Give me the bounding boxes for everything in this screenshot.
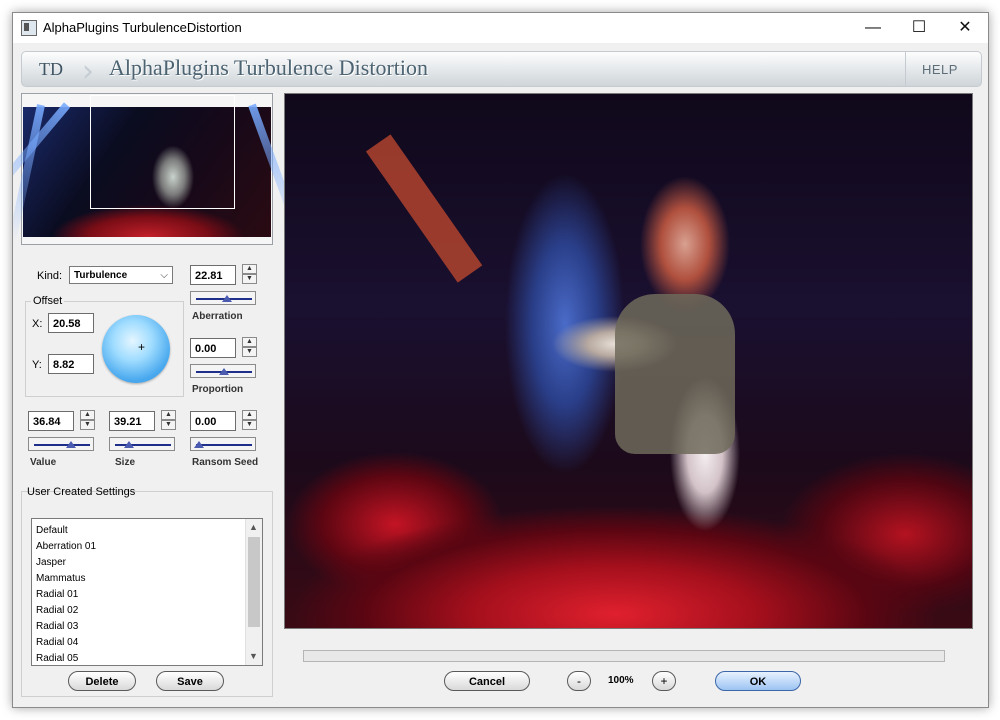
list-item[interactable]: Radial 01 xyxy=(36,589,78,600)
list-scrollbar[interactable]: ▲ ▼ xyxy=(245,519,262,665)
aberration-spinner[interactable]: ▲ ▼ xyxy=(242,264,257,286)
kind-value: Turbulence xyxy=(74,270,128,281)
zoom-in-button[interactable]: + xyxy=(652,671,676,691)
list-item[interactable]: Jasper xyxy=(36,557,66,568)
delete-button[interactable]: Delete xyxy=(68,671,136,691)
help-button[interactable]: HELP xyxy=(922,62,958,77)
spin-up-icon[interactable]: ▲ xyxy=(161,410,176,420)
list-item[interactable]: Default xyxy=(36,525,68,536)
slider-thumb[interactable] xyxy=(219,368,229,375)
plugin-abbr: TD xyxy=(39,59,63,79)
list-item[interactable]: Mammatus xyxy=(36,573,85,584)
viewport-selection[interactable] xyxy=(90,95,235,209)
progress-bar xyxy=(303,650,945,662)
save-button[interactable]: Save xyxy=(156,671,224,691)
aberration-input[interactable]: 22.81 xyxy=(190,265,236,285)
user-settings-label: User Created Settings xyxy=(27,486,136,498)
spin-down-icon[interactable]: ▼ xyxy=(242,420,257,430)
navigator-thumbnail[interactable] xyxy=(13,93,304,245)
spin-up-icon[interactable]: ▲ xyxy=(242,410,257,420)
aberration-slider[interactable] xyxy=(190,291,256,305)
proportion-spinner[interactable]: ▲ ▼ xyxy=(242,337,257,359)
slider-thumb[interactable] xyxy=(124,441,134,448)
list-item[interactable]: Radial 04 xyxy=(36,637,78,648)
ok-button[interactable]: OK xyxy=(715,671,801,691)
spin-up-icon[interactable]: ▲ xyxy=(242,264,257,274)
slider-track xyxy=(196,444,252,446)
offset-y-input[interactable]: 8.82 xyxy=(48,354,94,374)
figure-arm xyxy=(365,134,483,283)
proportion-input[interactable]: 0.00 xyxy=(190,338,236,358)
offset-trackball[interactable]: + xyxy=(102,315,170,383)
app-icon xyxy=(21,20,37,36)
banner-divider xyxy=(905,52,906,86)
title-bar: AlphaPlugins TurbulenceDistortion — ☐ ✕ xyxy=(13,13,988,43)
offset-label: Offset xyxy=(31,295,65,307)
value-input[interactable]: 36.84 xyxy=(28,411,74,431)
value-spinner[interactable]: ▲ ▼ xyxy=(80,410,95,432)
preview-canvas[interactable] xyxy=(284,93,973,629)
proportion-slider[interactable] xyxy=(190,364,256,378)
figure-torso xyxy=(615,294,735,454)
chevron-right-icon: › xyxy=(82,54,94,89)
seed-slider[interactable] xyxy=(190,437,256,451)
slider-thumb[interactable] xyxy=(66,441,76,448)
chevron-down-icon: ⌵ xyxy=(160,270,168,281)
spin-up-icon[interactable]: ▲ xyxy=(242,337,257,347)
offset-x-input[interactable]: 20.58 xyxy=(48,313,94,333)
cancel-button[interactable]: Cancel xyxy=(444,671,530,691)
light-beam xyxy=(13,104,45,243)
list-item[interactable]: Radial 02 xyxy=(36,605,78,616)
slider-track xyxy=(34,444,90,446)
zoom-level: 100% xyxy=(608,675,634,686)
spin-up-icon[interactable]: ▲ xyxy=(80,410,95,420)
aberration-label: Aberration xyxy=(192,311,243,322)
list-item[interactable]: Radial 05 xyxy=(36,653,78,664)
plugin-title: AlphaPlugins Turbulence Distortion xyxy=(109,55,429,80)
offset-x-label: X: xyxy=(32,318,43,330)
size-input[interactable]: 39.21 xyxy=(109,411,155,431)
close-button[interactable]: ✕ xyxy=(942,13,988,43)
proportion-label: Proportion xyxy=(192,384,244,395)
list-item[interactable]: Radial 03 xyxy=(36,621,78,632)
size-label: Size xyxy=(115,457,136,468)
list-item[interactable]: Aberration 01 xyxy=(36,541,96,552)
header-banner: TD › AlphaPlugins Turbulence Distortion … xyxy=(21,51,982,89)
spin-down-icon[interactable]: ▼ xyxy=(80,420,95,430)
scroll-down-icon[interactable]: ▼ xyxy=(249,651,258,661)
window-title: AlphaPlugins TurbulenceDistortion xyxy=(43,20,242,35)
scroll-thumb[interactable] xyxy=(248,537,260,627)
size-spinner[interactable]: ▲ ▼ xyxy=(161,410,176,432)
plugin-window: AlphaPlugins TurbulenceDistortion — ☐ ✕ … xyxy=(12,12,989,708)
settings-list[interactable]: Default Aberration 01 Jasper Mammatus Ra… xyxy=(31,518,263,666)
slider-thumb[interactable] xyxy=(222,295,232,302)
value-label: Value xyxy=(30,457,57,468)
spin-down-icon[interactable]: ▼ xyxy=(242,274,257,284)
maximize-button[interactable]: ☐ xyxy=(896,13,942,43)
spin-down-icon[interactable]: ▼ xyxy=(161,420,176,430)
kind-label: Kind: xyxy=(37,270,63,282)
slider-thumb[interactable] xyxy=(194,441,204,448)
zoom-out-button[interactable]: - xyxy=(567,671,591,691)
size-slider[interactable] xyxy=(109,437,175,451)
seed-spinner[interactable]: ▲ ▼ xyxy=(242,410,257,432)
kind-select[interactable]: Turbulence ⌵ xyxy=(69,266,173,284)
minimize-button[interactable]: — xyxy=(850,13,896,43)
spin-down-icon[interactable]: ▼ xyxy=(242,347,257,357)
value-slider[interactable] xyxy=(28,437,94,451)
seed-label: Ransom Seed xyxy=(192,457,259,468)
offset-y-label: Y: xyxy=(32,359,42,371)
scroll-up-icon[interactable]: ▲ xyxy=(249,522,258,532)
seed-input[interactable]: 0.00 xyxy=(190,411,236,431)
crosshair-icon: + xyxy=(138,340,146,354)
